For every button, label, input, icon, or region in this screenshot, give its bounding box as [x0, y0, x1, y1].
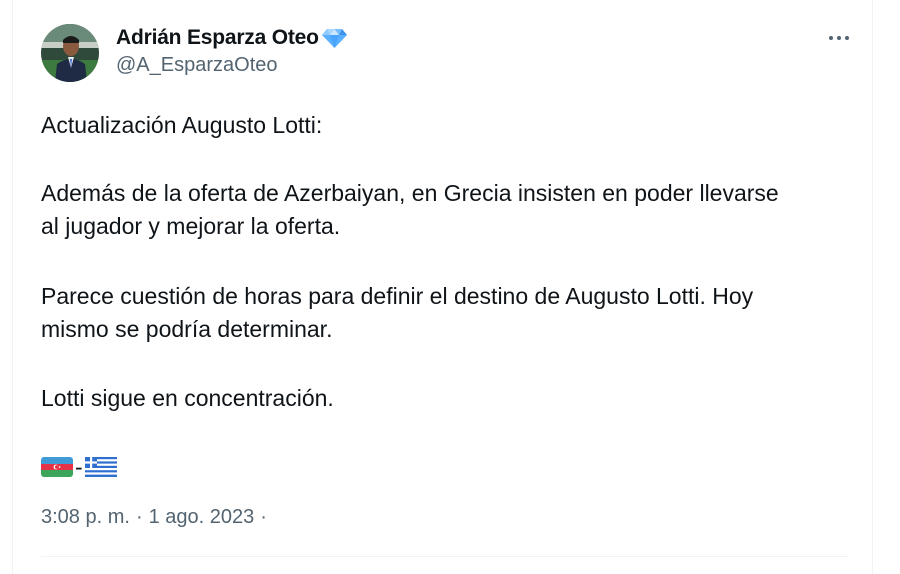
greece-flag-icon	[84, 457, 117, 477]
author-handle[interactable]: @A_EsparzaOteo	[116, 54, 278, 77]
meta-separator-trailing: ·	[260, 506, 267, 528]
meta-separator: ·	[135, 506, 143, 528]
tweet-date[interactable]: 1 ago. 2023	[149, 506, 255, 529]
tweet-text-line: Actualización Augusto Lotti:	[41, 112, 323, 138]
more-options-button[interactable]	[822, 24, 856, 52]
tweet-text-line: Lotti sigue en concentración.	[41, 385, 334, 411]
tweet-text-line: al jugador y mejorar la oferta.	[41, 213, 341, 239]
avatar-image	[41, 24, 99, 82]
timeline-right-border	[872, 0, 873, 574]
verified-diamond-icon	[321, 26, 348, 50]
more-horizontal-icon	[829, 36, 833, 40]
timeline-left-border	[12, 0, 13, 574]
tweet-card: Adrián Esparza Oteo @A_EsparzaOteo Actua…	[0, 0, 900, 574]
flag-separator: -	[75, 454, 83, 480]
avatar[interactable]	[41, 24, 99, 82]
author-name-row[interactable]: Adrián Esparza Oteo	[116, 24, 348, 52]
tweet-text-line: Además de la oferta de Azerbaiyan, en Gr…	[41, 180, 779, 206]
divider	[41, 556, 849, 557]
tweet-time[interactable]: 3:08 p. m.	[41, 506, 130, 529]
author-name[interactable]: Adrián Esparza Oteo	[116, 26, 319, 50]
more-dot	[837, 36, 841, 40]
flag-emoji-row: -	[41, 453, 117, 481]
tweet-timestamp[interactable]: 3:08 p. m. · 1 ago. 2023 ·	[41, 506, 267, 529]
azerbaijan-flag-icon	[41, 457, 73, 477]
more-dot	[845, 36, 849, 40]
tweet-text-line: mismo se podría determinar.	[41, 316, 333, 342]
tweet-text-line: Parece cuestión de horas para definir el…	[41, 283, 754, 309]
